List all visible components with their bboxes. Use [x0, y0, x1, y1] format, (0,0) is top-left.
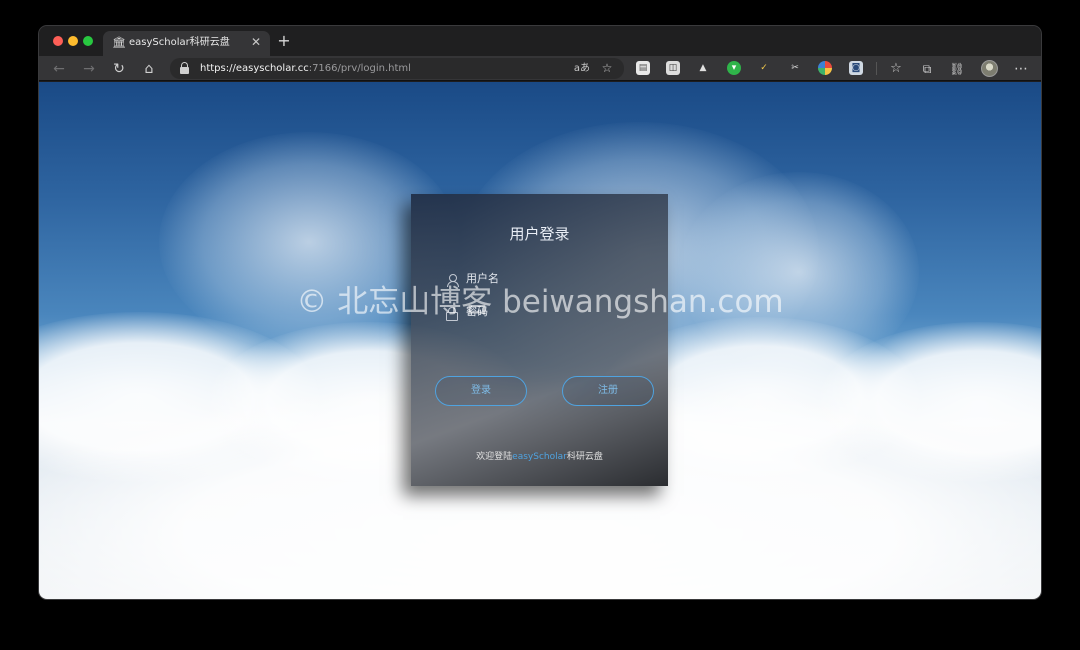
translate-icon[interactable]: aあ — [573, 60, 591, 77]
tab-strip: 🏛 easyScholar科研云盘 ✕ + — [39, 26, 1041, 56]
lock-icon — [446, 307, 458, 321]
lock-icon[interactable] — [180, 62, 189, 74]
tab-close-icon[interactable]: ✕ — [249, 35, 263, 49]
immersive-icon[interactable]: ◫ — [666, 61, 680, 75]
favorite-add-icon[interactable]: ☆ — [598, 60, 616, 77]
new-tab-button[interactable]: + — [275, 31, 293, 51]
reading-mode-icon[interactable]: ▤ — [636, 61, 650, 75]
login-title: 用户登录 — [509, 225, 570, 243]
browser-toolbar: ← → ↻ ⌂ https://easyscholar.cc:7166/prv/… — [39, 56, 1041, 81]
reload-icon[interactable]: ↻ — [109, 59, 129, 79]
profile-avatar[interactable] — [981, 60, 998, 77]
user-icon — [446, 274, 459, 287]
close-window-button[interactable] — [53, 36, 63, 46]
toolbar-divider — [876, 62, 877, 75]
zoom-window-button[interactable] — [83, 36, 93, 46]
browser-tab[interactable]: 🏛 easyScholar科研云盘 ✕ — [103, 31, 270, 56]
check-extension-icon[interactable]: ✓ — [757, 61, 771, 75]
color-extension-icon[interactable] — [818, 61, 832, 75]
url-text: https://easyscholar.cc:7166/prv/login.ht… — [200, 61, 411, 76]
dictionary-extension-icon[interactable]: ◙ — [849, 61, 863, 75]
url-path: :7166/prv/login.html — [308, 63, 411, 74]
tab-title: easyScholar科研云盘 — [129, 37, 230, 48]
favorites-icon[interactable]: ☆ — [886, 59, 906, 79]
login-panel: 用户登录 用户名 密码 登录 注册 欢迎登陆easyScholar科研云盘 — [411, 194, 668, 486]
password-field[interactable]: 密码 — [466, 305, 488, 319]
extensions-icon[interactable]: ⛓ — [947, 59, 967, 79]
footer-suffix: 科研云盘 — [566, 452, 603, 462]
browser-window: 🏛 easyScholar科研云盘 ✕ + ← → ↻ ⌂ https://ea… — [39, 26, 1041, 599]
login-button[interactable]: 登录 — [435, 376, 527, 406]
page-viewport: 用户登录 用户名 密码 登录 注册 欢迎登陆easyScholar科研云盘 — [39, 82, 1041, 599]
address-bar[interactable]: https://easyscholar.cc:7166/prv/login.ht… — [170, 58, 624, 79]
register-button[interactable]: 注册 — [562, 376, 654, 406]
more-icon[interactable]: ⋯ — [1011, 59, 1031, 79]
bank-icon: 🏛 — [112, 36, 126, 49]
back-icon[interactable]: ← — [49, 59, 69, 79]
collections-icon[interactable]: ⧉ — [917, 59, 937, 79]
username-field[interactable]: 用户名 — [466, 272, 499, 286]
green-extension-icon[interactable]: ▾ — [727, 61, 741, 75]
scissors-icon[interactable]: ✂ — [788, 61, 802, 75]
minimize-window-button[interactable] — [68, 36, 78, 46]
mountain-extension-icon[interactable]: ▲ — [696, 61, 710, 75]
footer-brand-link: easyScholar — [512, 452, 567, 462]
url-host: https://easyscholar.cc — [200, 63, 309, 74]
welcome-footer: 欢迎登陆easyScholar科研云盘 — [411, 451, 668, 463]
footer-prefix: 欢迎登陆 — [476, 452, 513, 462]
forward-icon[interactable]: → — [79, 59, 99, 79]
home-icon[interactable]: ⌂ — [139, 59, 159, 79]
